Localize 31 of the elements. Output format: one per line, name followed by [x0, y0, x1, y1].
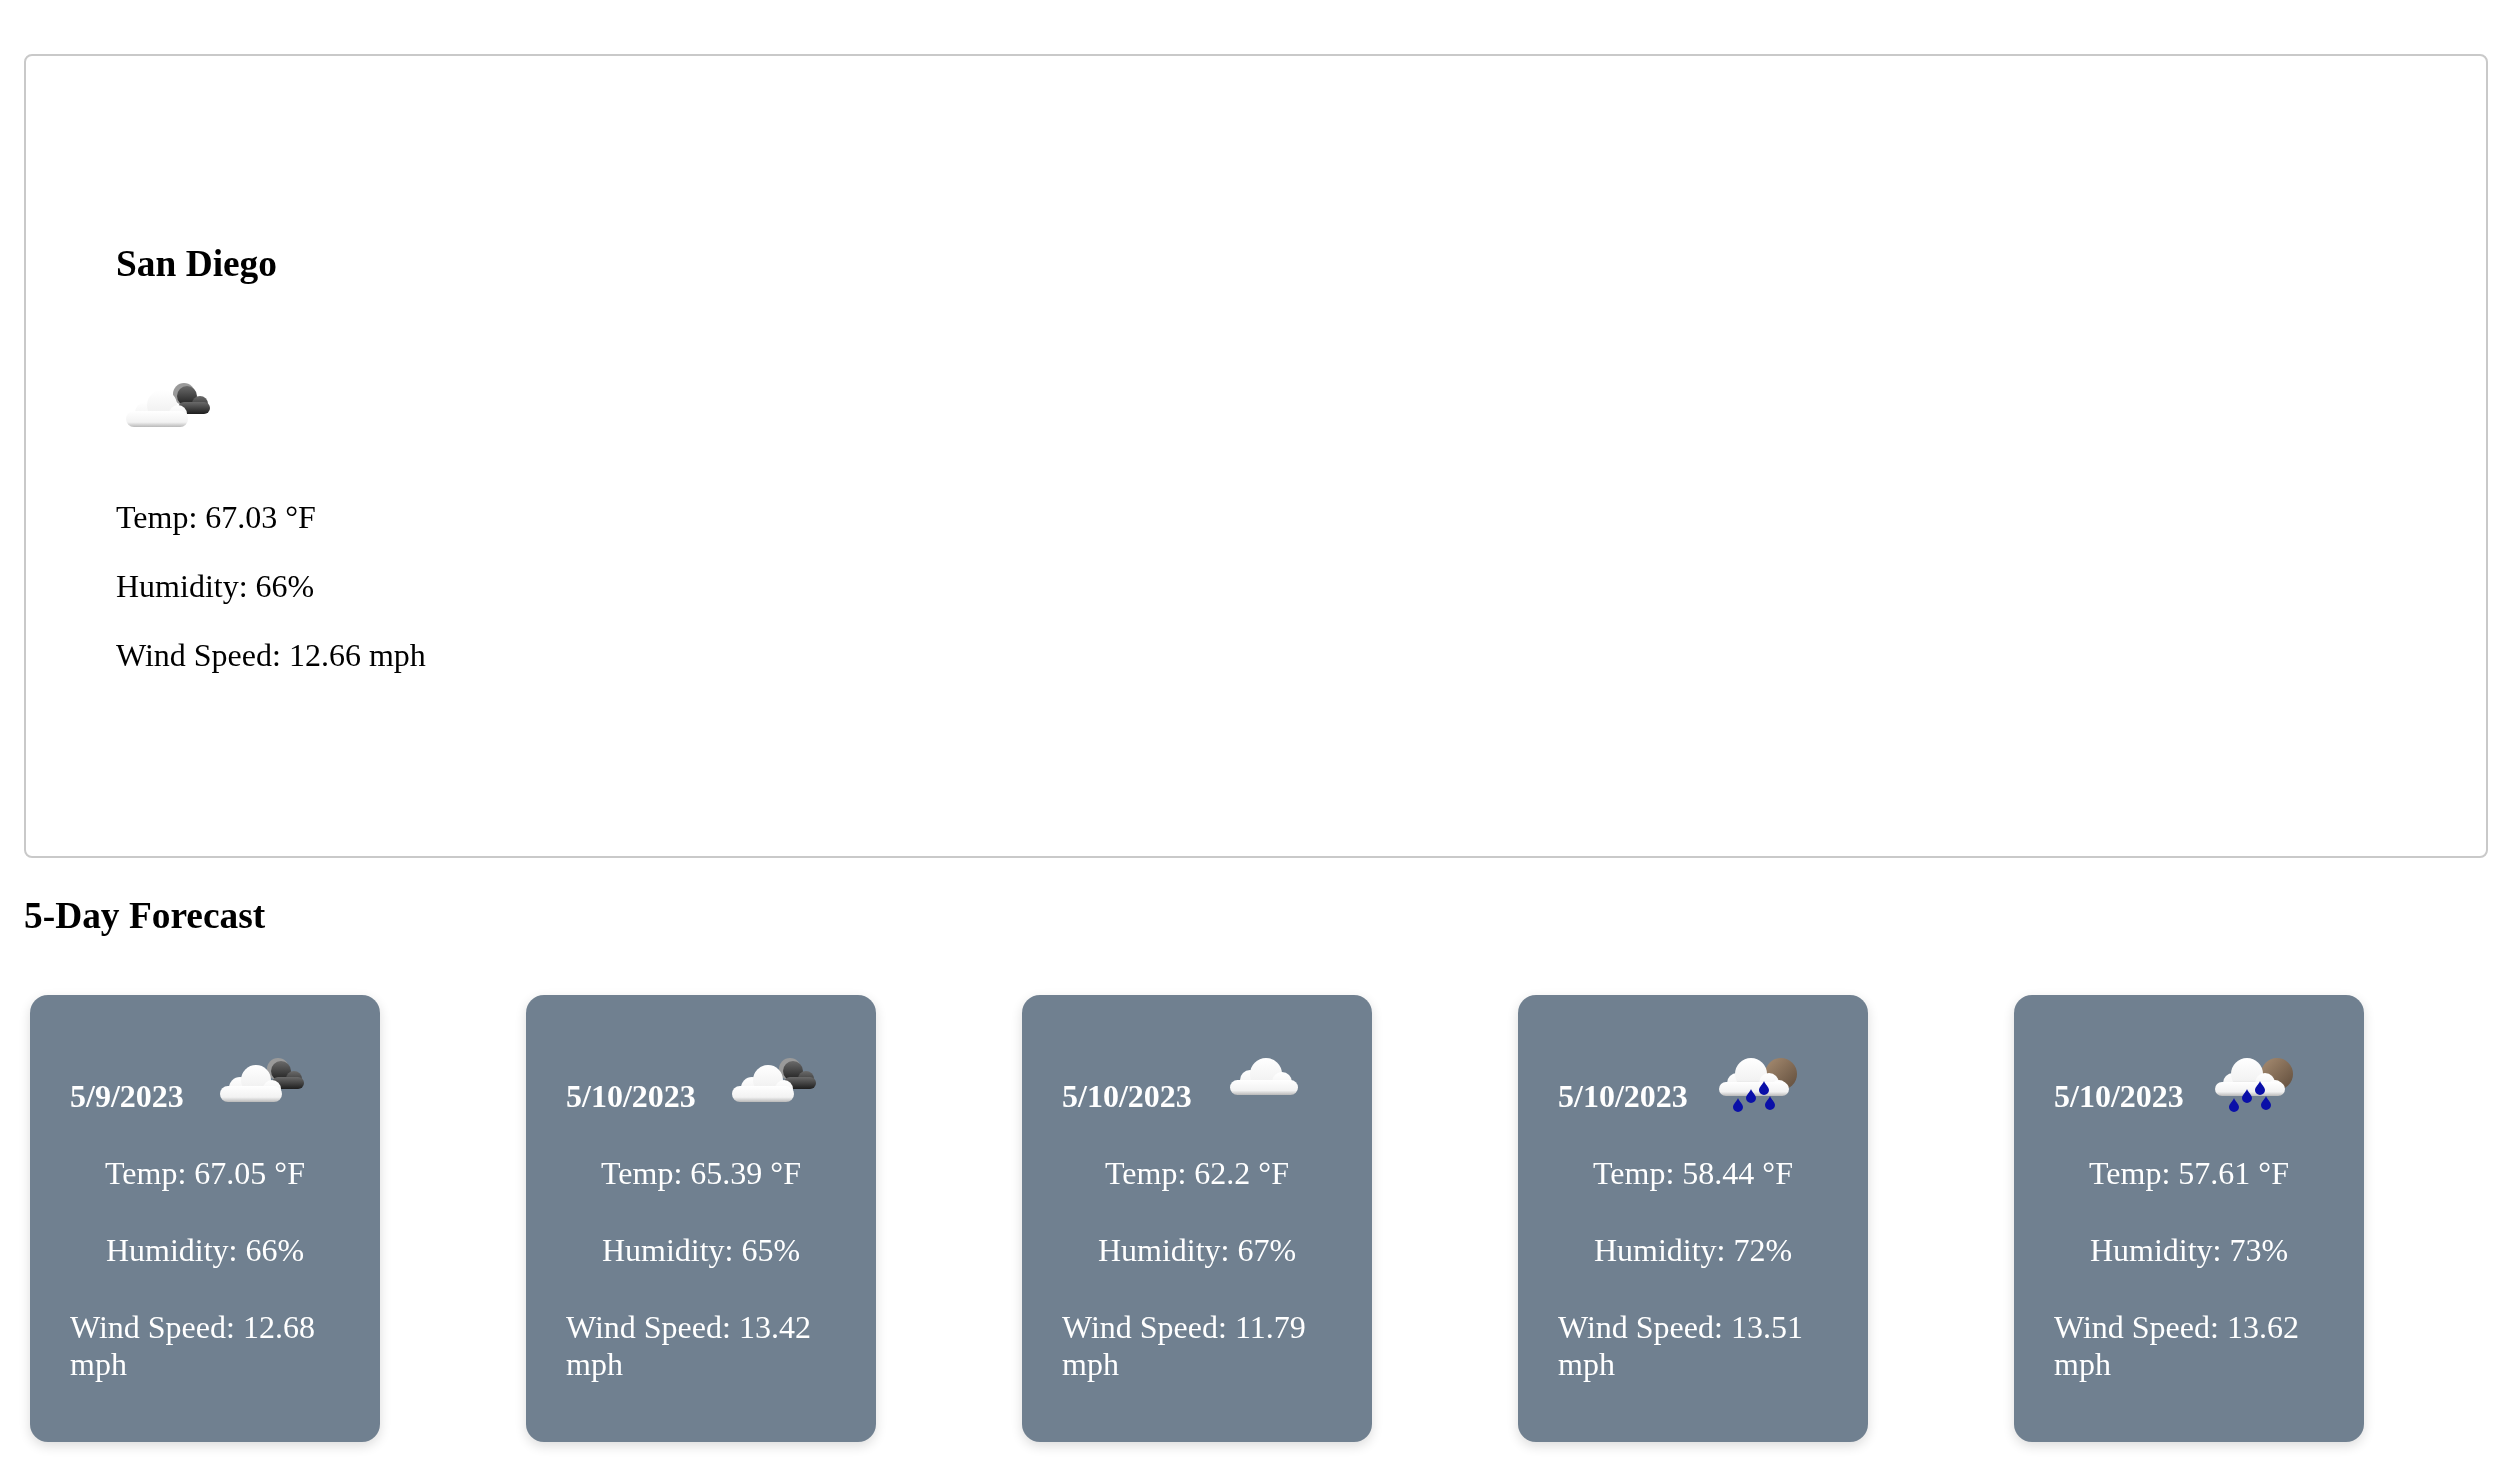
humidity-text: Humidity: 72% — [1593, 1232, 1793, 1269]
section-heading: 5-Day Forecast — [24, 895, 267, 937]
forecast-date: 5/10/2023 — [1558, 1078, 1688, 1115]
wind-speed-text: Wind Speed: 11.79 mph — [1062, 1309, 1307, 1383]
wind-speed-text: Wind Speed: 13.42 mph — [566, 1309, 812, 1383]
forecast-date: 5/10/2023 — [2054, 1078, 2184, 1115]
temperature-text: Temp: 67.03 °F — [116, 499, 317, 536]
wind-speed-text: Wind Speed: 13.62 mph — [2054, 1309, 2300, 1383]
wind-speed-text: Wind Speed: 12.66 mph — [116, 637, 427, 674]
humidity-text: Humidity: 67% — [1097, 1232, 1297, 1269]
forecast-date: 5/9/2023 — [70, 1078, 184, 1115]
wind-speed-text: Wind Speed: 12.68 mph — [70, 1309, 316, 1383]
rain-cloud-icon — [2214, 1056, 2293, 1112]
forecast-date: 5/10/2023 — [1062, 1078, 1192, 1115]
humidity-text: Humidity: 65% — [601, 1232, 801, 1269]
city-name: San Diego — [116, 243, 278, 285]
temperature-text: Temp: 65.39 °F — [601, 1155, 801, 1192]
humidity-text: Humidity: 73% — [2089, 1232, 2289, 1269]
forecast-date: 5/10/2023 — [566, 1078, 696, 1115]
humidity-text: Humidity: 66% — [105, 1232, 305, 1269]
temperature-text: Temp: 57.61 °F — [2089, 1155, 2289, 1192]
humidity-text: Humidity: 66% — [116, 568, 316, 605]
temperature-text: Temp: 62.2 °F — [1105, 1155, 1289, 1192]
rain-cloud-icon — [1718, 1056, 1797, 1112]
clouds-icon — [126, 383, 210, 427]
temperature-text: Temp: 58.44 °F — [1593, 1155, 1793, 1192]
wind-speed-text: Wind Speed: 13.51 mph — [1558, 1309, 1804, 1383]
clouds-icon — [731, 1058, 816, 1102]
temperature-text: Temp: 67.05 °F — [105, 1155, 305, 1192]
clouds-icon — [219, 1058, 304, 1102]
cloud-icon — [1229, 1058, 1298, 1095]
